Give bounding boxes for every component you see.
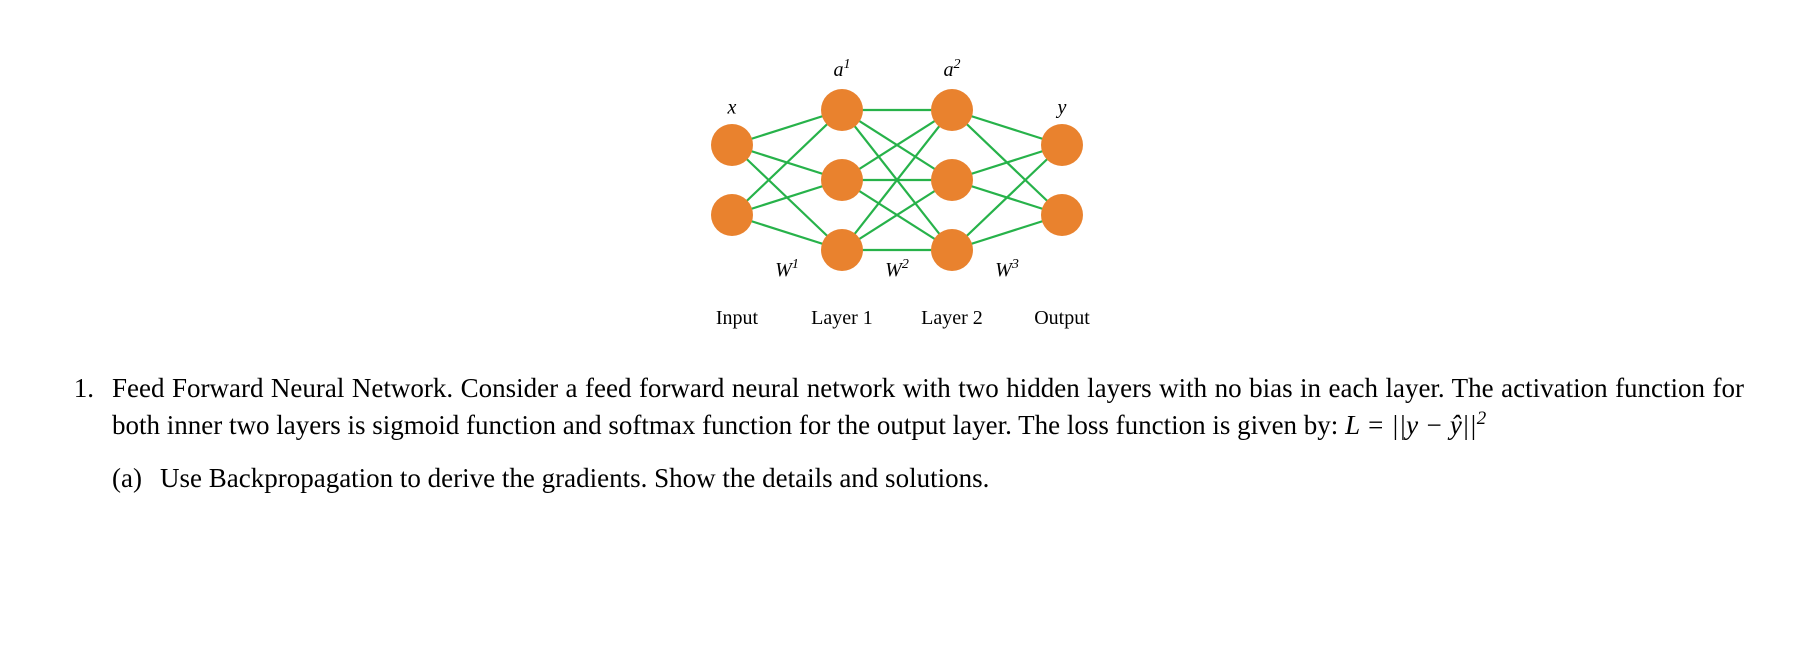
caption-layer1: Layer 1 <box>811 305 873 332</box>
node-input-2 <box>711 194 753 236</box>
node-layer2-3 <box>931 229 973 271</box>
diagram-container: x a1 a2 y W1 W2 W3 Input Layer 1 <box>60 20 1744 340</box>
label-w1-base: W <box>775 259 792 281</box>
node-output-2 <box>1041 194 1083 236</box>
label-y: y <box>1058 95 1067 122</box>
loss-y: y <box>1406 410 1418 440</box>
label-w2: W2 <box>885 256 909 284</box>
caption-output: Output <box>1034 305 1090 332</box>
subitem-a: (a) Use Backpropagation to derive the gr… <box>112 460 1744 496</box>
label-a2: a2 <box>944 56 961 84</box>
label-a1: a1 <box>834 56 851 84</box>
label-w3-base: W <box>995 259 1012 281</box>
label-a2-sup: 2 <box>954 57 961 72</box>
node-layer2-1 <box>931 89 973 131</box>
subitem-a-label: (a) <box>112 460 146 496</box>
loss-prefix: L = || <box>1345 410 1406 440</box>
caption-input: Input <box>716 305 758 332</box>
problem-number: 1. <box>60 370 94 444</box>
label-x: x <box>728 95 737 122</box>
label-w2-sup: 2 <box>902 257 909 272</box>
node-input-1 <box>711 124 753 166</box>
node-output-1 <box>1041 124 1083 166</box>
loss-suffix: || <box>1462 410 1477 440</box>
nn-diagram: x a1 a2 y W1 W2 W3 Input Layer 1 <box>692 20 1112 340</box>
caption-layer2: Layer 2 <box>921 305 983 332</box>
node-layer1-3 <box>821 229 863 271</box>
problem-item: 1. Feed Forward Neural Network. Consider… <box>60 370 1744 444</box>
label-a1-sup: 1 <box>844 57 851 72</box>
loss-equation: L = ||y − ŷ||2 <box>1345 410 1486 440</box>
node-layer1-1 <box>821 89 863 131</box>
page: x a1 a2 y W1 W2 W3 Input Layer 1 <box>0 0 1804 656</box>
node-layer2-2 <box>931 159 973 201</box>
label-w3-sup: 3 <box>1012 257 1019 272</box>
label-w1: W1 <box>775 256 799 284</box>
label-y-text: y <box>1058 97 1067 119</box>
label-a1-base: a <box>834 59 844 81</box>
loss-yhat: ŷ <box>1450 410 1462 440</box>
label-a2-base: a <box>944 59 954 81</box>
label-w3: W3 <box>995 256 1019 284</box>
label-w1-sup: 1 <box>792 257 799 272</box>
diagram-edges <box>692 20 1112 340</box>
node-layer1-2 <box>821 159 863 201</box>
subitem-a-text: Use Backpropagation to derive the gradie… <box>160 460 989 496</box>
problem-title: Feed Forward Neural Network. <box>112 373 453 403</box>
loss-exp: 2 <box>1477 408 1486 429</box>
problem-body: Feed Forward Neural Network. Consider a … <box>112 370 1744 444</box>
label-w2-base: W <box>885 259 902 281</box>
loss-minus: − <box>1418 410 1450 440</box>
label-x-text: x <box>728 97 737 119</box>
